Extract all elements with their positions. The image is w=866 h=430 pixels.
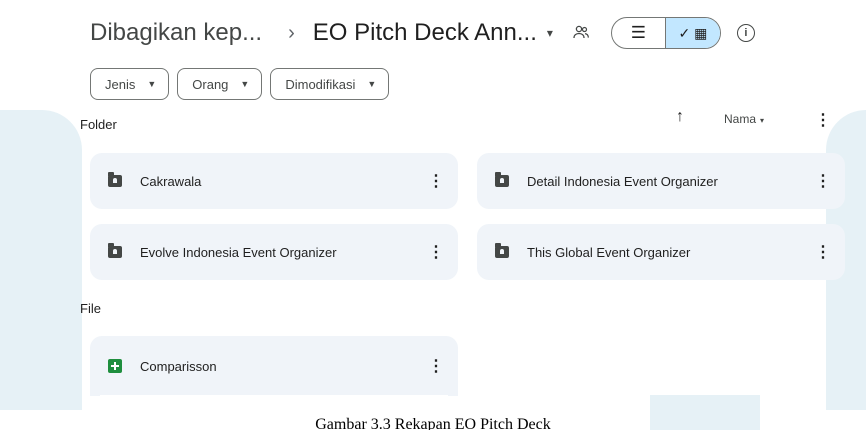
- shared-folder-icon: [108, 243, 122, 258]
- list-view-button[interactable]: ☰: [612, 18, 666, 48]
- breadcrumb-parent[interactable]: Dibagikan kep...: [90, 19, 262, 47]
- folder-menu-caret-icon[interactable]: ▾: [547, 26, 553, 40]
- folder-card[interactable]: Cakrawala ⋮: [90, 153, 458, 209]
- more-options-icon[interactable]: ⋮: [813, 171, 833, 191]
- folder-card[interactable]: This Global Event Organizer ⋮: [477, 224, 845, 280]
- file-section-label: File: [80, 301, 101, 316]
- more-options-icon[interactable]: ⋮: [426, 242, 446, 262]
- chip-label: Jenis: [105, 76, 136, 92]
- info-icon[interactable]: i: [736, 24, 755, 42]
- chip-label: Dimodifikasi: [285, 76, 356, 92]
- more-options-icon[interactable]: ⋮: [426, 171, 446, 191]
- file-name: Comparisson: [140, 358, 217, 374]
- more-options-icon[interactable]: ⋮: [426, 356, 446, 376]
- filter-type-chip[interactable]: Jenis ▼: [90, 68, 170, 100]
- view-toggle: ☰ ✓ ▦: [610, 17, 721, 49]
- shared-folder-icon: [495, 172, 509, 187]
- folder-name: Cakrawala: [140, 173, 202, 189]
- more-options-icon[interactable]: ⋮: [815, 110, 831, 130]
- filter-people-chip[interactable]: Orang ▼: [177, 68, 263, 100]
- grid-view-button[interactable]: ✓ ▦: [665, 18, 720, 48]
- breadcrumb: Dibagikan kep... › EO Pitch Deck Ann... …: [90, 10, 850, 56]
- chevron-down-icon: ▼: [147, 79, 157, 89]
- filter-modified-chip[interactable]: Dimodifikasi ▼: [270, 68, 390, 100]
- more-options-icon[interactable]: ⋮: [813, 242, 833, 262]
- shared-folder-icon: [495, 243, 509, 258]
- watermark-shape: [0, 110, 82, 410]
- folder-section-label: Folder: [80, 117, 117, 132]
- folder-card[interactable]: Evolve Indonesia Event Organizer ⋮: [90, 224, 458, 280]
- chevron-down-icon: ▼: [240, 79, 250, 89]
- sort-direction-icon[interactable]: ↑: [676, 108, 684, 126]
- chevron-right-icon: ›: [288, 21, 295, 44]
- shared-folder-icon: [108, 172, 122, 187]
- breadcrumb-current-folder[interactable]: EO Pitch Deck Ann...: [313, 19, 537, 47]
- chevron-down-icon: ▼: [367, 79, 377, 89]
- people-icon[interactable]: [573, 25, 589, 42]
- folder-name: Detail Indonesia Event Organizer: [527, 173, 718, 189]
- chevron-down-icon: ▾: [760, 116, 765, 125]
- figure-caption: Gambar 3.3 Rekapan EO Pitch Deck: [315, 416, 551, 430]
- filter-chips: Jenis ▼ Orang ▼ Dimodifikasi ▼: [90, 68, 390, 100]
- folder-name: Evolve Indonesia Event Organizer: [140, 244, 337, 260]
- folder-name: This Global Event Organizer: [527, 244, 691, 260]
- sort-field-button[interactable]: Nama ▾: [724, 112, 764, 126]
- spreadsheet-icon: [108, 359, 122, 373]
- sort-field-label: Nama: [724, 112, 757, 126]
- folder-card[interactable]: Detail Indonesia Event Organizer ⋮: [477, 153, 845, 209]
- file-card[interactable]: Comparisson ⋮: [90, 336, 458, 396]
- chip-label: Orang: [192, 76, 229, 92]
